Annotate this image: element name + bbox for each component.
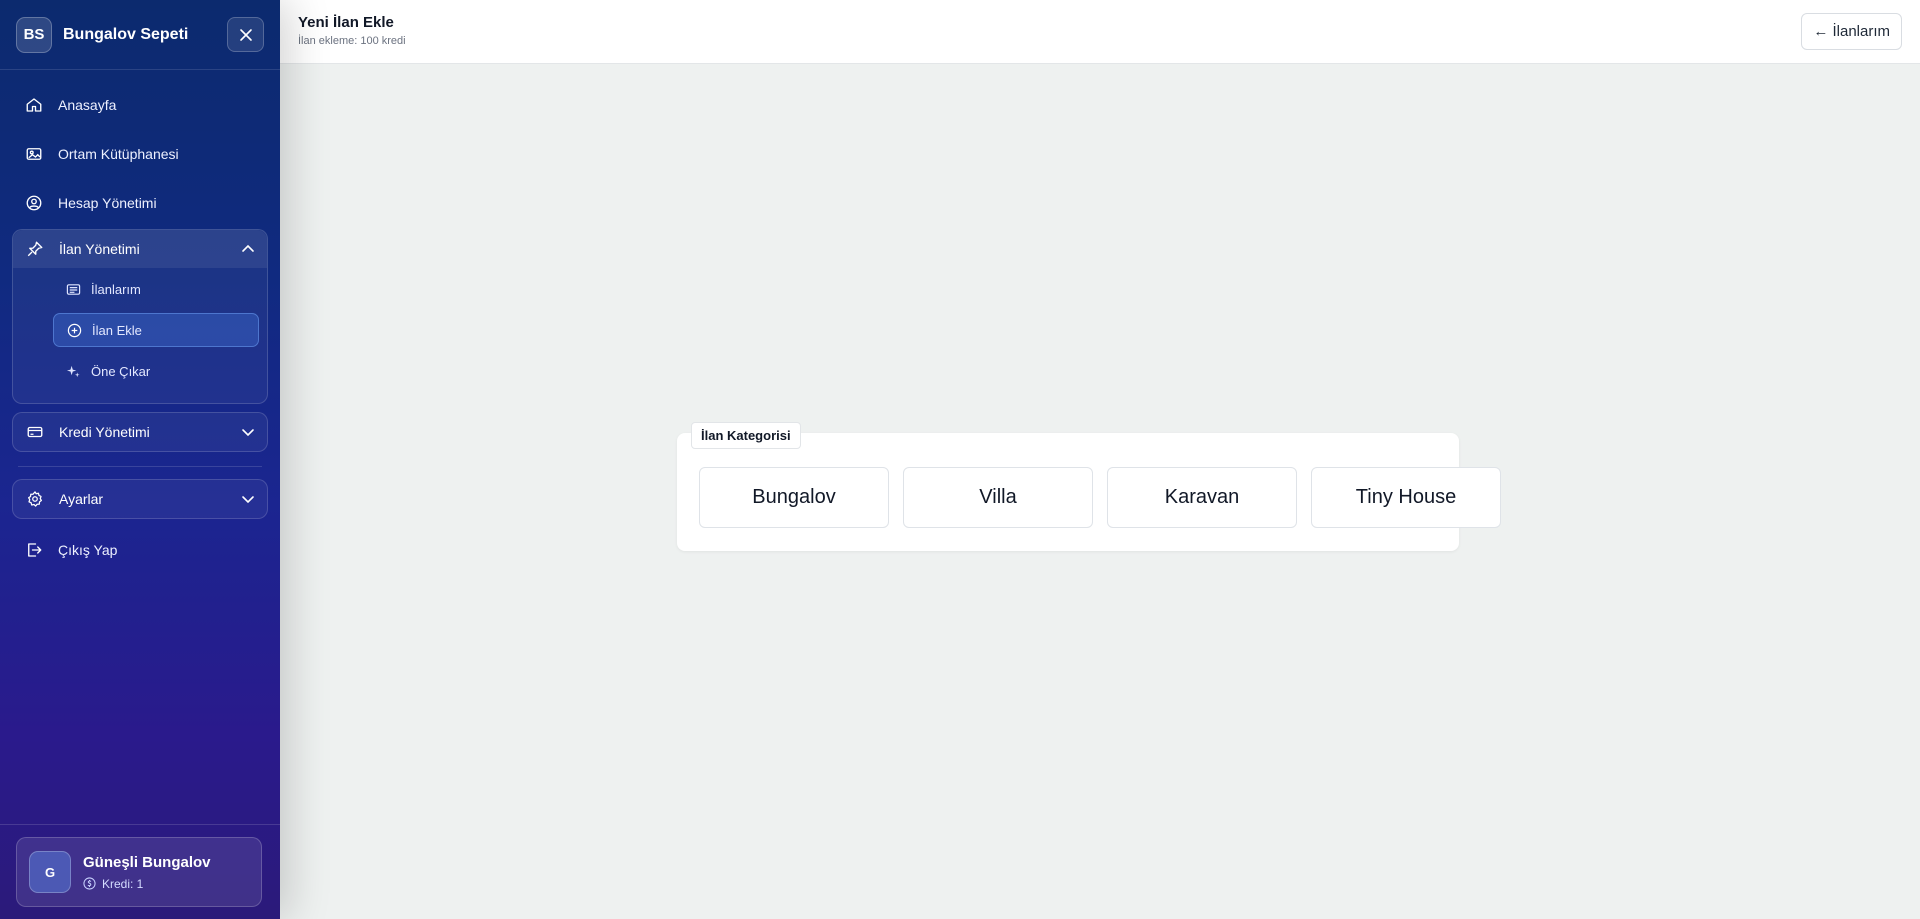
sidebar-item-label: Anasayfa — [58, 97, 117, 113]
list-icon — [65, 281, 81, 297]
category-legend: İlan Kategorisi — [691, 422, 801, 449]
profile-text: Güneşli Bungalov Kredi: 1 — [83, 854, 211, 891]
profile-card[interactable]: G Güneşli Bungalov Kredi: 1 — [16, 837, 262, 907]
sub-item-ilanlarim[interactable]: İlanlarım — [53, 272, 259, 306]
category-tiny-house-button[interactable]: Tiny House — [1311, 467, 1501, 528]
close-sidebar-button[interactable] — [227, 17, 264, 52]
sub-item-one-cikar[interactable]: Öne Çıkar — [53, 354, 259, 388]
sidebar-item-hesap-yonetimi[interactable]: Hesap Yönetimi — [12, 180, 268, 226]
sidebar-item-label: Çıkış Yap — [58, 542, 118, 558]
ilan-yonetimi-toggle[interactable]: İlan Yönetimi — [13, 230, 267, 268]
coin-icon — [83, 877, 96, 890]
avatar: G — [29, 851, 71, 893]
group-label: Kredi Yönetimi — [59, 424, 150, 440]
pin-icon — [25, 239, 45, 259]
credit-value: Kredi: 1 — [102, 876, 144, 891]
sidebar-nav: Anasayfa Ortam Kütüphanesi Hesap Yönetim… — [0, 70, 280, 573]
back-to-listings-button[interactable]: ← İlanlarım — [1801, 13, 1902, 50]
gear-icon — [25, 489, 45, 509]
top-bar: Yeni İlan Ekle İlan ekleme: 100 kredi ← … — [280, 0, 1920, 64]
category-options: Bungalov Villa Karavan Tiny House — [699, 467, 1501, 528]
sub-item-label: İlanlarım — [91, 281, 141, 297]
sidebar-item-label: Ortam Kütüphanesi — [58, 146, 179, 162]
sub-item-label: Öne Çıkar — [91, 363, 151, 379]
chevron-down-icon — [241, 492, 255, 506]
sidebar-item-anasayfa[interactable]: Anasayfa — [12, 82, 268, 128]
sub-item-ilan-ekle[interactable]: İlan Ekle — [53, 313, 259, 347]
sidebar: BS Bungalov Sepeti Anasayfa Ortam Kütüph… — [0, 0, 280, 919]
sidebar-divider — [18, 466, 262, 467]
group-label: Ayarlar — [59, 491, 104, 507]
plus-circle-icon — [66, 322, 82, 338]
user-circle-icon — [24, 193, 44, 213]
logo-badge: BS — [16, 16, 52, 53]
category-card: İlan Kategorisi Bungalov Villa Karavan T… — [677, 422, 1501, 551]
sidebar-item-ortam-kutuphanesi[interactable]: Ortam Kütüphanesi — [12, 131, 268, 177]
image-icon — [24, 144, 44, 164]
profile-credit: Kredi: 1 — [83, 877, 211, 891]
credit-card-icon — [25, 422, 45, 442]
group-label: İlan Yönetimi — [59, 241, 140, 257]
ilan-sub-list: İlanlarım İlan Ekle Öne Çıkar — [13, 268, 267, 403]
logout-icon — [24, 540, 44, 560]
sidebar-item-cikis-yap[interactable]: Çıkış Yap — [12, 527, 268, 573]
category-karavan-button[interactable]: Karavan — [1107, 467, 1297, 528]
chevron-down-icon — [241, 425, 255, 439]
kredi-yonetimi-group: Kredi Yönetimi — [12, 412, 268, 452]
ilan-yonetimi-group: İlan Yönetimi İlanlarım İlan Ekle Öne Çı… — [12, 229, 268, 404]
sidebar-header: BS Bungalov Sepeti — [0, 0, 280, 70]
home-icon — [24, 95, 44, 115]
profile-divider — [0, 824, 280, 825]
sparkle-icon — [65, 363, 81, 379]
page-title: Yeni İlan Ekle — [298, 14, 394, 31]
sub-item-label: İlan Ekle — [92, 322, 142, 338]
category-bungalov-button[interactable]: Bungalov — [699, 467, 889, 528]
chevron-up-icon — [241, 242, 255, 256]
profile-name: Güneşli Bungalov — [83, 853, 211, 871]
brand-name: Bungalov Sepeti — [63, 25, 189, 43]
ayarlar-toggle[interactable]: Ayarlar — [13, 480, 267, 518]
category-villa-button[interactable]: Villa — [903, 467, 1093, 528]
kredi-yonetimi-toggle[interactable]: Kredi Yönetimi — [13, 413, 267, 451]
close-icon — [239, 28, 252, 41]
sidebar-item-label: Hesap Yönetimi — [58, 195, 157, 211]
ayarlar-group: Ayarlar — [12, 479, 268, 519]
page-subtitle: İlan ekleme: 100 kredi — [298, 35, 406, 47]
